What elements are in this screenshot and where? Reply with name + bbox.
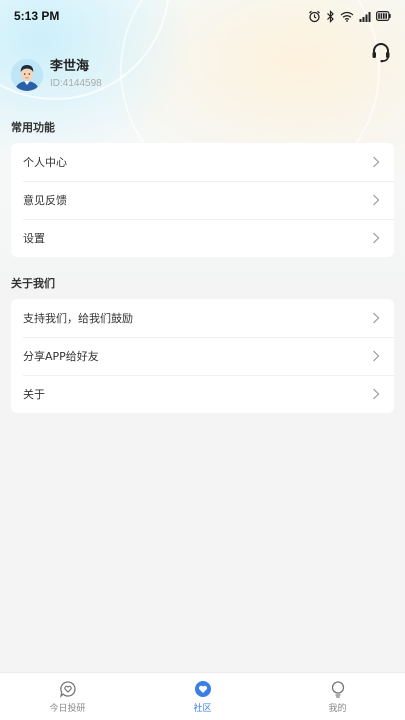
- menu-item-about[interactable]: 关于: [11, 375, 394, 413]
- avatar-image: [11, 59, 43, 91]
- user-profile[interactable]: 李世海 ID:4144598: [11, 59, 102, 91]
- wifi-icon: [340, 11, 354, 22]
- menu-item-support-us[interactable]: 支持我们，给我们鼓励: [11, 299, 394, 337]
- chevron-right-icon: [373, 312, 380, 324]
- menu-item-settings[interactable]: 设置: [11, 219, 394, 257]
- bottom-tab-bar: 今日投研 社区 我的: [0, 672, 405, 720]
- battery-icon: [376, 11, 391, 21]
- tab-mine[interactable]: 我的: [270, 673, 405, 720]
- heart-chat-icon: [59, 680, 76, 698]
- profile-text: 李世海 ID:4144598: [50, 59, 102, 91]
- common-functions-card: 个人中心 意见反馈 设置: [11, 143, 394, 257]
- menu-item-label: 设置: [23, 232, 45, 245]
- headset-icon: [372, 43, 390, 63]
- menu-item-label: 意见反馈: [23, 194, 67, 207]
- status-time: 5:13 PM: [14, 9, 60, 23]
- menu-item-label: 支持我们，给我们鼓励: [23, 312, 133, 325]
- section-title-about: 关于我们: [11, 277, 55, 290]
- menu-item-share-app[interactable]: 分享APP给好友: [11, 337, 394, 375]
- user-id: ID:4144598: [50, 78, 102, 89]
- tab-label: 今日投研: [49, 703, 86, 714]
- menu-item-label: 关于: [23, 388, 45, 401]
- customer-service-button[interactable]: [369, 40, 393, 64]
- tab-label: 社区: [193, 703, 212, 714]
- chevron-right-icon: [373, 232, 380, 244]
- tab-community[interactable]: 社区: [135, 673, 270, 720]
- chevron-right-icon: [373, 194, 380, 206]
- menu-item-personal-center[interactable]: 个人中心: [11, 143, 394, 181]
- chevron-right-icon: [373, 156, 380, 168]
- heart-bubble-icon: [194, 680, 211, 697]
- menu-item-feedback[interactable]: 意见反馈: [11, 181, 394, 219]
- alarm-icon: [309, 10, 320, 22]
- bluetooth-icon: [327, 9, 334, 23]
- lightbulb-icon: [331, 680, 344, 698]
- signal-icon: [359, 11, 371, 22]
- menu-item-label: 分享APP给好友: [23, 350, 99, 363]
- about-us-card: 支持我们，给我们鼓励 分享APP给好友 关于: [11, 299, 394, 413]
- tab-daily-research[interactable]: 今日投研: [0, 673, 135, 720]
- avatar[interactable]: [11, 59, 43, 91]
- chevron-right-icon: [373, 350, 380, 362]
- status-icons: [308, 9, 391, 23]
- user-name: 李世海: [50, 59, 90, 74]
- status-bar: 5:13 PM: [0, 0, 405, 32]
- chevron-right-icon: [373, 388, 380, 400]
- tab-label: 我的: [328, 703, 347, 714]
- menu-item-label: 个人中心: [23, 156, 67, 169]
- section-title-common: 常用功能: [11, 121, 55, 134]
